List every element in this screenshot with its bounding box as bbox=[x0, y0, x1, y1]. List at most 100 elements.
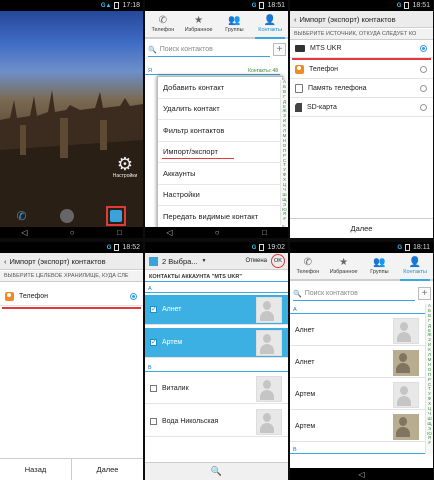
recents-icon[interactable]: □ bbox=[117, 228, 122, 237]
next-button[interactable]: Далее bbox=[290, 219, 433, 238]
cancel-button[interactable]: Отмена bbox=[245, 258, 267, 264]
menu-item-add-contact[interactable]: Добавить контакт bbox=[158, 77, 282, 99]
radio[interactable] bbox=[420, 85, 427, 92]
contact-name: Виталик bbox=[162, 385, 189, 392]
tab-favorites[interactable]: ★ Избранное bbox=[181, 11, 217, 37]
ok-button[interactable]: OK bbox=[271, 254, 285, 268]
avatar bbox=[256, 375, 282, 402]
options-menu: Добавить контакт Удалить контакт Фильтр … bbox=[157, 76, 283, 229]
account-header: КОНТАКТЫ АККАУНТА "MTS UKR" bbox=[145, 271, 288, 282]
search-input[interactable]: 🔍 Поиск контактов bbox=[293, 287, 415, 301]
contact-row[interactable]: Виталик bbox=[145, 374, 288, 404]
tab-label: Группы bbox=[225, 26, 244, 33]
person-icon: 👤 bbox=[408, 256, 422, 268]
back-arrow-icon[interactable]: ‹ bbox=[294, 15, 297, 24]
contact-row[interactable]: Алнет bbox=[145, 295, 288, 325]
dropdown-icon[interactable]: ▼ bbox=[202, 258, 207, 264]
highlight-underline bbox=[292, 58, 431, 60]
alphabet-index[interactable]: А Б В Г Д Е Ж З И К Л М Н О П Р С Т У Ф Х Ц Ч Ш Щ Э Ю Я # bbox=[425, 303, 433, 454]
next-button[interactable]: Далее bbox=[71, 459, 143, 480]
action-bar: 2 Выбра... ▼ Отмена OK bbox=[145, 253, 288, 270]
add-contact-button[interactable]: + bbox=[273, 43, 286, 56]
checkbox-checked[interactable] bbox=[150, 338, 157, 346]
menu-item-share-visible[interactable]: Передать видимые контакт bbox=[158, 206, 282, 228]
option-phone[interactable]: Телефон bbox=[0, 288, 143, 306]
tab-groups[interactable]: 👥 Группы bbox=[217, 11, 253, 37]
menu-item-filter[interactable]: Фильтр контактов bbox=[158, 120, 282, 142]
avatar bbox=[256, 408, 282, 435]
clock: 19:02 bbox=[267, 244, 285, 251]
search-input[interactable]: 🔍 Поиск контактов bbox=[148, 43, 270, 57]
home-icon[interactable]: ○ bbox=[215, 228, 220, 237]
radio-selected[interactable] bbox=[420, 45, 427, 52]
contact-row[interactable]: Алнет bbox=[290, 316, 433, 346]
section-letter: В bbox=[290, 444, 425, 454]
back-arrow-icon[interactable]: ‹ bbox=[4, 257, 7, 266]
radio[interactable] bbox=[420, 104, 427, 111]
contacts-app-icon[interactable] bbox=[106, 206, 127, 226]
recents-icon[interactable]: □ bbox=[262, 228, 267, 237]
phone-storage-icon bbox=[295, 65, 304, 74]
section-subtitle: ВЫБЕРИТЕ ИСТОЧНИК, ОТКУДА СЛЕДУЕТ КО bbox=[290, 29, 433, 40]
apps-drawer-icon[interactable] bbox=[59, 209, 74, 223]
option-sd-card[interactable]: SD-карта bbox=[290, 99, 433, 117]
tab-contacts[interactable]: 👤 Контакты bbox=[397, 253, 433, 281]
contact-name: Артем bbox=[295, 391, 316, 398]
alphabet-index[interactable]: А Б В Г Д Е Ж З И К Л М Н О П Р С Т У Ф Х Ц Ч Ш Щ Э Ю Я # bbox=[280, 79, 288, 225]
contact-row[interactable]: Артем bbox=[145, 328, 288, 358]
search-icon: 🔍 bbox=[293, 290, 302, 298]
gear-icon: ⚙ bbox=[116, 154, 134, 174]
contact-row[interactable]: Вода Никольская bbox=[145, 407, 288, 437]
tab-phone[interactable]: ✆ Телефон bbox=[145, 11, 181, 37]
tab-favorites[interactable]: ★ Избранное bbox=[326, 253, 362, 279]
back-icon[interactable]: ◁ bbox=[166, 228, 172, 237]
status-bar: G 19:02 bbox=[145, 242, 288, 253]
section-letter: Я bbox=[148, 68, 152, 74]
ok-label: OK bbox=[274, 258, 282, 264]
search-icon[interactable]: 🔍 bbox=[211, 466, 222, 477]
contact-name: Артем bbox=[295, 423, 316, 430]
phone-app-icon[interactable]: ✆ bbox=[16, 209, 26, 223]
settings-app-icon[interactable]: ⚙ Настройки bbox=[112, 155, 138, 179]
checkbox-checked[interactable] bbox=[150, 305, 157, 313]
back-icon[interactable]: ◁ bbox=[358, 470, 364, 479]
tab-groups[interactable]: 👥 Группы bbox=[362, 253, 398, 279]
tab-phone[interactable]: ✆ Телефон bbox=[290, 253, 326, 279]
checkbox[interactable] bbox=[150, 385, 157, 392]
option-mts[interactable]: MTS UKR bbox=[290, 40, 433, 58]
option-phone-memory[interactable]: Память телефона bbox=[290, 80, 433, 98]
page-title: Импорт (экспорт) контактов bbox=[299, 14, 396, 24]
tab-bar: ✆ Телефон ★ Избранное 👥 Группы 👤 Контакты bbox=[145, 11, 288, 39]
tab-label: Избранное bbox=[329, 268, 358, 275]
tab-label: Контакты bbox=[258, 26, 282, 33]
action-bar: ‹ Импорт (экспорт) контактов bbox=[0, 253, 143, 270]
menu-item-import-export[interactable]: Импорт/экспорт bbox=[158, 142, 282, 163]
contact-row[interactable]: Алнет bbox=[290, 348, 433, 378]
back-button[interactable]: Назад bbox=[0, 459, 71, 480]
checkbox[interactable] bbox=[150, 418, 157, 425]
option-label: Память телефона bbox=[308, 85, 367, 92]
avatar bbox=[393, 381, 419, 408]
signal-icon: G bbox=[396, 2, 402, 9]
clock: 18:51 bbox=[412, 2, 430, 9]
highlight-underline bbox=[2, 307, 141, 309]
menu-item-settings[interactable]: Настройки bbox=[158, 185, 282, 206]
back-icon[interactable]: ◁ bbox=[21, 228, 27, 237]
contact-row[interactable]: Артем bbox=[290, 412, 433, 442]
option-phone[interactable]: Телефон bbox=[290, 61, 433, 79]
add-contact-button[interactable]: + bbox=[418, 287, 431, 300]
contact-row[interactable]: Артем bbox=[290, 380, 433, 410]
menu-item-delete-contact[interactable]: Удалить контакт bbox=[158, 99, 282, 120]
radio-selected[interactable] bbox=[130, 293, 137, 300]
import-target-screen: G 18:52 ‹ Импорт (экспорт) контактов ВЫБ… bbox=[0, 242, 143, 480]
search-placeholder: Поиск контактов bbox=[304, 290, 358, 297]
home-icon[interactable]: ○ bbox=[70, 228, 75, 237]
clock: 18:51 bbox=[267, 2, 285, 9]
contact-photo bbox=[393, 349, 419, 376]
tab-contacts[interactable]: 👤 Контакты bbox=[252, 11, 288, 39]
radio[interactable] bbox=[420, 66, 427, 73]
settings-app-label: Настройки bbox=[112, 173, 138, 179]
select-all-icon[interactable] bbox=[149, 256, 158, 266]
battery-icon bbox=[114, 244, 120, 251]
menu-item-accounts[interactable]: Аккаунты bbox=[158, 163, 282, 185]
